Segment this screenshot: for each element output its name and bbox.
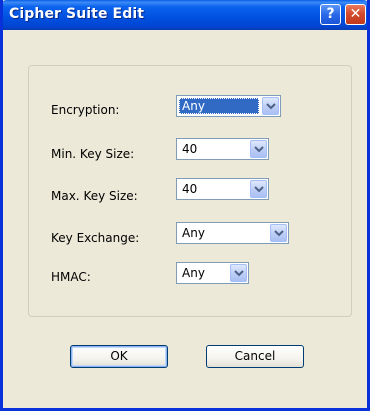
- dialog-window: Cipher Suite Edit ? ✕ Encryption: Any Mi…: [0, 0, 370, 411]
- encryption-label: Encryption:: [51, 103, 120, 117]
- min-key-size-select[interactable]: 40: [176, 138, 269, 160]
- hmac-label: HMAC:: [51, 270, 91, 284]
- min-key-size-value: 40: [182, 142, 198, 156]
- min-key-size-label: Min. Key Size:: [51, 147, 135, 161]
- encryption-value: Any: [179, 98, 259, 114]
- key-exchange-select[interactable]: Any: [176, 222, 289, 244]
- chevron-down-icon[interactable]: [262, 97, 279, 115]
- encryption-select[interactable]: Any: [176, 95, 281, 117]
- close-icon: ✕: [349, 6, 362, 22]
- chevron-down-icon[interactable]: [250, 180, 267, 198]
- ok-button[interactable]: OK: [70, 345, 168, 368]
- close-button[interactable]: ✕: [345, 4, 366, 25]
- cancel-button[interactable]: Cancel: [206, 345, 304, 368]
- max-key-size-select[interactable]: 40: [176, 178, 269, 200]
- hmac-select[interactable]: Any: [176, 262, 249, 284]
- chevron-down-icon[interactable]: [270, 224, 287, 242]
- chevron-down-icon[interactable]: [250, 140, 267, 158]
- key-exchange-label: Key Exchange:: [51, 231, 140, 245]
- key-exchange-value: Any: [182, 226, 205, 240]
- chevron-down-icon[interactable]: [230, 264, 247, 282]
- title-bar[interactable]: Cipher Suite Edit ? ✕: [3, 0, 367, 30]
- max-key-size-label: Max. Key Size:: [51, 189, 138, 203]
- help-icon: ?: [326, 6, 335, 22]
- max-key-size-value: 40: [182, 182, 198, 196]
- window-title: Cipher Suite Edit: [9, 6, 145, 22]
- help-button[interactable]: ?: [320, 4, 341, 25]
- hmac-value: Any: [182, 266, 205, 280]
